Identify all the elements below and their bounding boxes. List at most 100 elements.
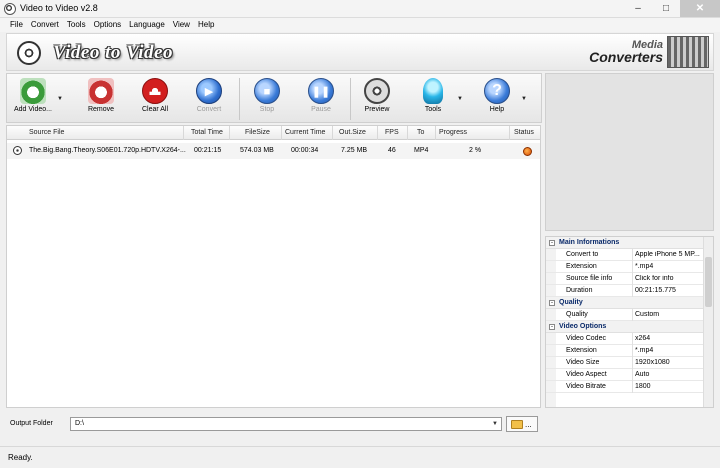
convert-button[interactable]: ▶ Convert: [187, 76, 231, 122]
col-fps[interactable]: FPS: [385, 129, 399, 136]
menu-bar: File Convert Tools Options Language View…: [0, 18, 720, 32]
output-folder-label: Output Folder: [10, 420, 53, 427]
col-to[interactable]: To: [417, 129, 424, 136]
add-video-button[interactable]: Add Video... ▼: [11, 76, 63, 122]
col-progress[interactable]: Progress: [439, 129, 467, 136]
scrollbar-thumb[interactable]: [705, 257, 712, 307]
stop-button[interactable]: ■ Stop: [245, 76, 289, 122]
menu-convert[interactable]: Convert: [27, 18, 63, 32]
remove-label: Remove: [87, 106, 115, 113]
help-question-icon: ?: [484, 78, 510, 104]
remove-icon: [88, 78, 114, 104]
menu-options[interactable]: Options: [90, 18, 126, 32]
prop-row[interactable]: Quality Custom: [546, 309, 704, 321]
table-row[interactable]: The.Big.Bang.Theory.S06E01.720p.HDTV.X26…: [7, 143, 540, 159]
status-text: Ready.: [8, 453, 33, 462]
collapse-icon[interactable]: -: [549, 240, 555, 246]
cell-current-time: 00:00:34: [291, 147, 319, 154]
convert-label: Convert: [196, 106, 222, 113]
file-list-header: Source File Total Time FileSize Current …: [7, 126, 540, 140]
title-bar: Video to Video v2.8 – □ ✕: [0, 0, 720, 18]
col-current-time[interactable]: Current Time: [285, 129, 325, 136]
prop-row[interactable]: Duration 00:21:15.775: [546, 285, 704, 297]
menu-file[interactable]: File: [6, 18, 27, 32]
prop-row[interactable]: Extension *.mp4: [546, 261, 704, 273]
collapse-icon[interactable]: -: [549, 324, 555, 330]
app-reel-icon: [4, 3, 16, 15]
prop-row[interactable]: Video Bitrate 1800: [546, 381, 704, 393]
pause-button[interactable]: ❚❚ Pause: [299, 76, 343, 122]
help-dropdown-arrow-icon[interactable]: ▼: [521, 96, 527, 102]
prop-row[interactable]: Source file info Click for info: [546, 273, 704, 285]
status-bar: Ready.: [0, 446, 720, 468]
pause-label: Pause: [311, 106, 331, 113]
menu-tools[interactable]: Tools: [63, 18, 90, 32]
film-reel-icon: [17, 41, 41, 65]
publisher-logo: Media Converters: [589, 39, 663, 65]
help-button[interactable]: ? Help ▼: [475, 76, 527, 122]
maximize-button[interactable]: □: [652, 0, 680, 17]
filmstrip-icon: [667, 36, 709, 68]
col-status[interactable]: Status: [514, 129, 534, 136]
toolbar-separator: [350, 78, 351, 120]
collapse-icon[interactable]: -: [549, 300, 555, 306]
clear-all-button[interactable]: ▬ Clear All: [133, 76, 177, 122]
col-out-size[interactable]: Out.Size: [339, 129, 366, 136]
publisher-line-2: Converters: [589, 49, 663, 65]
remove-button[interactable]: Remove: [79, 76, 123, 122]
prop-row[interactable]: Convert to Apple iPhone 5 MP...: [546, 249, 704, 261]
right-pane: ▷ ❚❚ □ ▣ ▴ - Main Informations Convert t…: [545, 73, 714, 408]
folder-icon: [511, 420, 523, 429]
clear-all-label: Clear All: [141, 106, 169, 113]
properties-panel: - Main Informations Convert to Apple iPho…: [545, 236, 714, 408]
prop-row[interactable]: Video Aspect Auto: [546, 369, 704, 381]
prop-row[interactable]: Video Size 1920x1080: [546, 357, 704, 369]
browse-folder-button[interactable]: ...: [506, 416, 538, 432]
cell-total-time: 00:21:15: [194, 147, 222, 154]
tools-lamp-icon: [423, 78, 443, 104]
window-title: Video to Video v2.8: [20, 3, 98, 13]
output-folder-combobox[interactable]: D:\ ▼: [70, 417, 502, 431]
col-filesize[interactable]: FileSize: [245, 129, 270, 136]
section-quality[interactable]: - Quality: [546, 297, 704, 309]
app-banner: Video to Video Media Converters: [6, 33, 714, 71]
section-main-informations[interactable]: - Main Informations: [546, 237, 704, 249]
cell-out-size: 7.25 MB: [341, 147, 368, 154]
cell-progress: 2 %: [469, 147, 482, 154]
pause-icon: ❚❚: [308, 78, 334, 104]
add-dropdown-arrow-icon[interactable]: ▼: [57, 96, 63, 102]
tools-dropdown-arrow-icon[interactable]: ▼: [457, 96, 463, 102]
main-toolbar: Add Video... ▼ Remove ▬ Clear All ▶ Conv…: [6, 73, 542, 123]
prop-row[interactable]: Video Codec x264: [546, 333, 704, 345]
close-button[interactable]: ✕: [680, 0, 720, 17]
brand-title: Video to Video: [53, 42, 173, 63]
cell-filesize: 574.03 MB: [240, 147, 274, 154]
status-converting-icon: [523, 147, 532, 156]
properties-scrollbar[interactable]: [703, 237, 713, 407]
add-video-label: Add Video...: [13, 106, 52, 113]
menu-help[interactable]: Help: [194, 18, 218, 32]
minimize-button[interactable]: –: [624, 0, 652, 17]
prop-row[interactable]: Extension *.mp4: [546, 345, 704, 357]
cell-to: MP4: [414, 147, 429, 154]
menu-view[interactable]: View: [169, 18, 194, 32]
section-video-options[interactable]: - Video Options: [546, 321, 704, 333]
tools-label: Tools: [424, 106, 442, 113]
cell-fps: 46: [388, 147, 396, 154]
file-list[interactable]: Source File Total Time FileSize Current …: [6, 125, 541, 408]
preview-button[interactable]: Preview: [355, 76, 399, 122]
menu-language[interactable]: Language: [125, 18, 169, 32]
stop-label: Stop: [259, 106, 275, 113]
output-folder-bar: Output Folder D:\ ▼ ...: [6, 412, 714, 436]
toolbar-separator: [239, 78, 240, 120]
col-total-time[interactable]: Total Time: [191, 129, 223, 136]
video-file-icon: [13, 146, 22, 155]
preview-reel-icon: [364, 78, 390, 104]
convert-play-icon: ▶: [196, 78, 222, 104]
stop-icon: ■: [254, 78, 280, 104]
tools-button[interactable]: Tools ▼: [411, 76, 463, 122]
ellipsis-icon: ...: [525, 420, 532, 429]
col-source-file[interactable]: Source File: [29, 129, 64, 136]
chevron-down-icon[interactable]: ▼: [489, 418, 501, 430]
video-preview-area: [545, 73, 714, 231]
